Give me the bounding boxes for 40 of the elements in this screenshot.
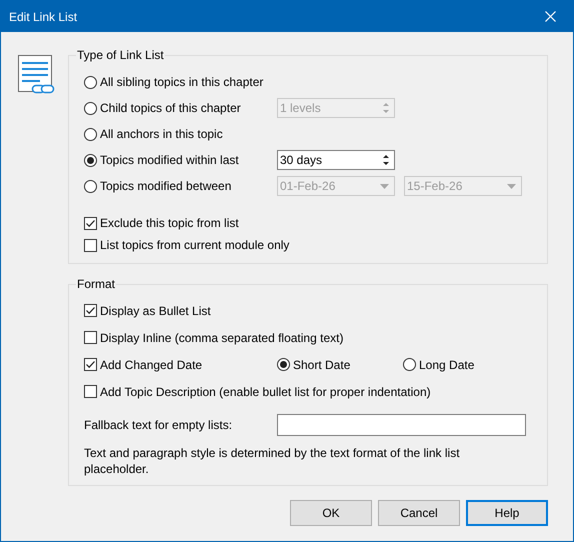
option-label[interactable]: All anchors in this topic (100, 125, 223, 143)
radio-button[interactable] (84, 128, 97, 140)
option-label[interactable]: Topics modified between (100, 177, 232, 195)
group-title: Type of Link List (76, 47, 165, 63)
option-label[interactable]: Long Date (419, 356, 474, 374)
dialog-button[interactable]: Cancel (378, 500, 460, 526)
checkbox[interactable] (84, 385, 97, 398)
checkbox-label[interactable]: Add Topic Description (enable bullet list for proper indentation) (100, 382, 431, 400)
caret-icon (507, 184, 516, 188)
radio-button[interactable] (277, 358, 290, 371)
spin-field[interactable]: 30 days (277, 150, 395, 170)
close-icon (544, 11, 556, 22)
field-label: Fallback text for empty lists: (84, 417, 234, 434)
radio-button[interactable] (84, 154, 97, 166)
radio-button[interactable] (84, 180, 97, 192)
note-text: Text and paragraph style is determined by the text format of the link list placeholder. (84, 445, 461, 477)
checkbox-label[interactable]: Add Changed Date (100, 356, 202, 374)
option-label[interactable]: Child topics of this chapter (100, 99, 241, 117)
dialog-button[interactable]: OK (290, 500, 372, 526)
group-title: Format (76, 276, 116, 292)
checkbox[interactable] (84, 331, 97, 344)
window-title: Edit Link List (9, 8, 78, 26)
checkbox-label[interactable]: Exclude this topic from list (100, 214, 239, 232)
radio-button[interactable] (403, 358, 416, 371)
checkbox[interactable] (84, 216, 97, 230)
radio-button[interactable] (84, 102, 97, 114)
option-label[interactable]: All sibling topics in this chapter (100, 73, 264, 91)
input-field[interactable] (277, 414, 526, 436)
spin-arrows-icon[interactable] (382, 153, 390, 167)
option-label[interactable]: Topics modified within last (100, 151, 239, 169)
checkbox-label[interactable]: Display Inline (comma separated floating text) (100, 328, 344, 346)
checkbox[interactable] (84, 358, 97, 371)
checkbox[interactable] (84, 304, 97, 317)
radio-button[interactable] (84, 76, 97, 88)
checkbox-label[interactable]: Display as Bullet List (100, 302, 211, 320)
dialog-button[interactable]: Help (466, 500, 548, 526)
checkbox[interactable] (84, 238, 97, 252)
checkbox-label[interactable]: List topics from current module only (100, 236, 290, 254)
option-label[interactable]: Short Date (293, 356, 350, 374)
caret-icon (380, 184, 389, 188)
